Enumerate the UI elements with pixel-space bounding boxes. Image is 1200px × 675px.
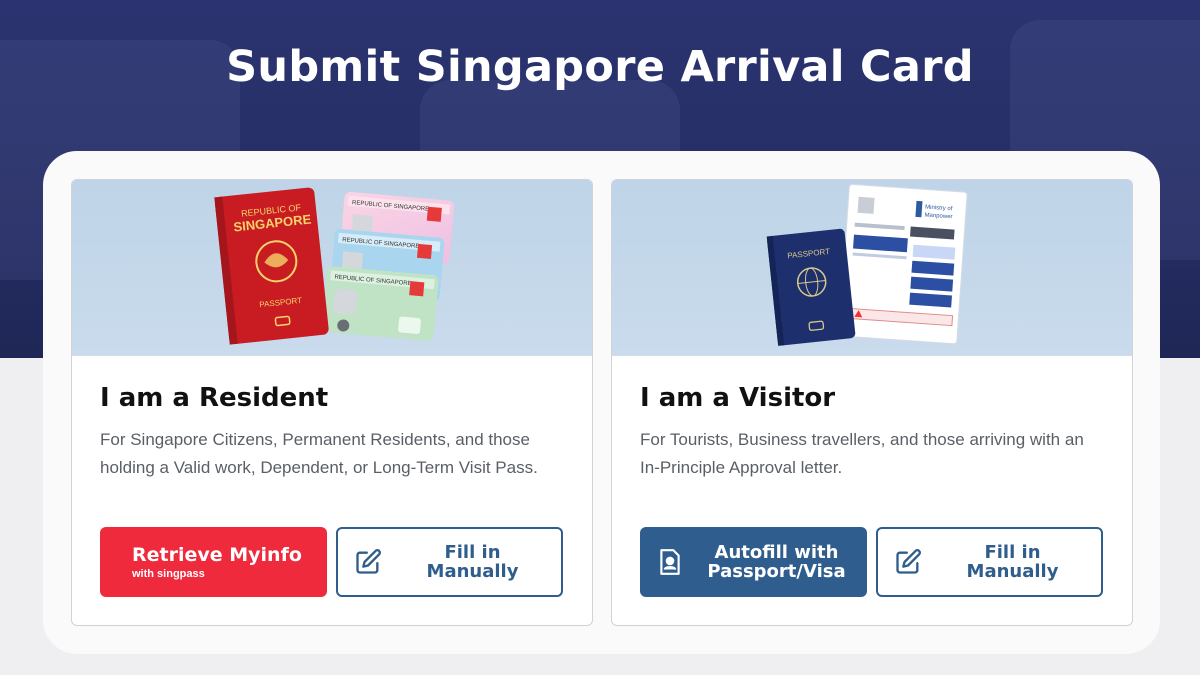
visitor-documents-image: Ministry of Manpower PASSPORT	[766, 183, 968, 346]
retrieve-myinfo-label: Retrieve Myinfo	[132, 544, 302, 566]
resident-illustration: REPUBLIC OF SINGAPORE REPUBLIC OF SINGAP…	[72, 180, 592, 356]
page-title: Submit Singapore Arrival Card	[226, 42, 974, 92]
fill-manually-label: Fill in Manually	[966, 542, 1059, 582]
visitor-illustration: Ministry of Manpower PASSPORT	[612, 180, 1132, 356]
edit-icon	[878, 548, 938, 576]
resident-fill-manually-button[interactable]: Fill in Manually	[336, 527, 563, 597]
visitor-description: For Tourists, Business travellers, and t…	[640, 430, 1084, 477]
resident-title: I am a Resident	[100, 383, 329, 413]
visitor-fill-manually-button[interactable]: Fill in Manually	[876, 527, 1103, 597]
resident-description: For Singapore Citizens, Permanent Reside…	[100, 430, 538, 477]
autofill-passport-button[interactable]: Autofill with Passport/Visa	[640, 527, 867, 597]
fill-manually-label: Fill in Manually	[426, 542, 519, 582]
resident-documents-image: REPUBLIC OF SINGAPORE REPUBLIC OF SINGAP…	[214, 187, 455, 345]
edit-icon	[338, 548, 398, 576]
autofill-label: Autofill with Passport/Visa	[707, 542, 846, 582]
resident-card: REPUBLIC OF SINGAPORE REPUBLIC OF SINGAP…	[71, 179, 593, 626]
singpass-sublabel: with singpass	[132, 568, 205, 580]
options-panel: REPUBLIC OF SINGAPORE REPUBLIC OF SINGAP…	[43, 151, 1160, 654]
visitor-card: Ministry of Manpower PASSPORT I am a Vis…	[611, 179, 1133, 626]
id-document-icon	[640, 548, 700, 576]
visitor-title: I am a Visitor	[640, 383, 836, 413]
retrieve-myinfo-button[interactable]: Retrieve Myinfo with singpass	[100, 527, 327, 597]
